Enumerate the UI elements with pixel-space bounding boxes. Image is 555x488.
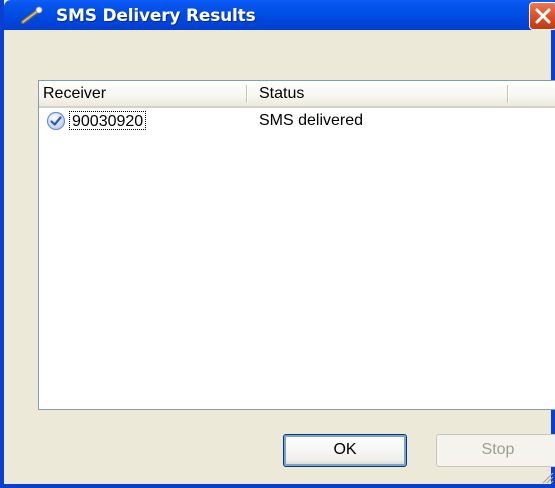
stop-button[interactable]: Stop	[436, 434, 555, 467]
resize-grip-icon[interactable]	[540, 470, 554, 484]
list-item[interactable]: 90030920 SMS delivered	[39, 108, 555, 134]
close-icon	[535, 8, 551, 24]
results-list[interactable]: Receiver Status 90030920 SMS delivered	[38, 80, 555, 410]
title-bar[interactable]: SMS Delivery Results	[4, 0, 555, 30]
window-title: SMS Delivery Results	[56, 6, 256, 26]
dialog-window: SMS Delivery Results Receiver Status 900…	[0, 0, 555, 488]
wand-icon	[21, 6, 43, 24]
column-header-receiver[interactable]: Receiver	[39, 81, 246, 106]
receiver-cell: 90030920	[69, 111, 147, 130]
list-header: Receiver Status	[39, 81, 555, 108]
status-cell: SMS delivered	[259, 112, 364, 129]
column-divider[interactable]	[246, 85, 248, 103]
close-button[interactable]	[529, 2, 555, 30]
column-divider[interactable]	[507, 85, 509, 103]
ok-button[interactable]: OK	[283, 434, 407, 467]
column-header-status[interactable]: Status	[255, 81, 505, 106]
check-circle-icon	[46, 111, 66, 131]
